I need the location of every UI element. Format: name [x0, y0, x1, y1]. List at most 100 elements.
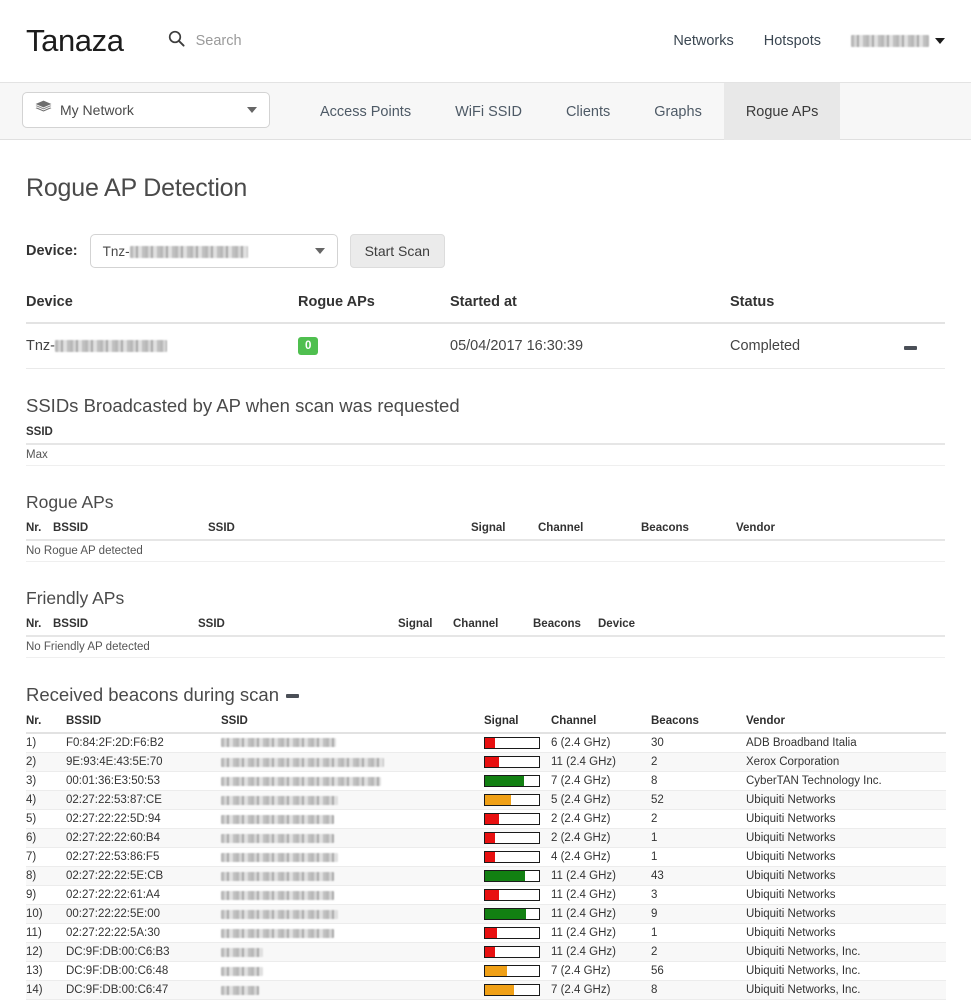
cell-channel: 11 (2.4 GHz) — [551, 923, 651, 944]
search-input[interactable] — [195, 33, 416, 49]
start-scan-button[interactable]: Start Scan — [349, 234, 445, 268]
cell-nr: 6) — [26, 828, 66, 849]
cell-bssid: 02:27:22:22:60:B4 — [66, 828, 221, 849]
col-header-bssid[interactable]: BSSID — [66, 715, 221, 734]
signal-strength-bar — [484, 756, 540, 769]
cell-channel: 4 (2.4 GHz) — [551, 847, 651, 868]
device-select-value: Tnz- — [103, 244, 315, 259]
user-name-redacted — [851, 35, 929, 47]
cell-nr: 13) — [26, 961, 66, 982]
col-header-ssid[interactable]: SSID — [221, 715, 484, 734]
cell-ssid — [221, 942, 484, 963]
col-header-vendor: Vendor — [736, 522, 945, 541]
signal-strength-bar — [484, 870, 540, 883]
tab-list: Access Points WiFi SSID Clients Graphs R… — [298, 83, 841, 140]
ssid-redacted — [221, 947, 263, 957]
table-row: Tnz- 0 05/04/2017 16:30:39 Completed — [26, 323, 945, 369]
tab-access-points[interactable]: Access Points — [298, 83, 433, 140]
cell-beacons: 1 — [651, 923, 746, 944]
chevron-down-icon — [247, 107, 257, 113]
cell-collapse[interactable] — [885, 323, 945, 369]
col-header-channel: Channel — [538, 522, 641, 541]
col-header-ssid: SSID — [198, 618, 398, 637]
received-beacons-table: Nr. BSSID SSID Signal Channel Beacons Ve… — [26, 715, 946, 1000]
cell-signal — [484, 828, 551, 849]
col-header-vendor[interactable]: Vendor — [746, 715, 946, 734]
col-header-beacons[interactable]: Beacons — [651, 715, 746, 734]
device-name-redacted — [129, 245, 248, 258]
tab-clients[interactable]: Clients — [544, 83, 632, 140]
cell-channel: 11 (2.4 GHz) — [551, 942, 651, 963]
cell-signal — [484, 923, 551, 944]
col-header-signal: Signal — [398, 618, 453, 637]
cell-ssid — [221, 980, 484, 1000]
tab-graphs[interactable]: Graphs — [632, 83, 724, 140]
search-icon — [168, 30, 185, 52]
cell-beacons: 2 — [651, 809, 746, 830]
cell-nr: 2) — [26, 752, 66, 773]
cell-ssid — [221, 828, 484, 849]
col-header-beacons: Beacons — [641, 522, 736, 541]
table-header-row: Nr. BSSID SSID Signal Channel Beacons Ve… — [26, 522, 945, 541]
table-row: 14) DC:9F:DB:00:C6:47 7 (2.4 GHz) 8 Ubiquiti… — [26, 980, 946, 1000]
cell-nr: 7) — [26, 847, 66, 868]
cell-signal — [484, 847, 551, 868]
cell-bssid: 02:27:22:53:87:CE — [66, 790, 221, 811]
cell-channel: 11 (2.4 GHz) — [551, 752, 651, 773]
cell-bssid: 02:27:22:22:5D:94 — [66, 809, 221, 830]
col-header-signal: Signal — [471, 522, 538, 541]
cell-ssid — [221, 904, 484, 925]
device-select[interactable]: Tnz- — [89, 234, 338, 268]
col-header-channel: Channel — [453, 618, 533, 637]
minus-icon[interactable] — [904, 346, 917, 350]
table-row: 11) 02:27:22:22:5A:30 11 (2.4 GHz) 1 Ubiquit… — [26, 923, 946, 944]
tab-wifi-ssid[interactable]: WiFi SSID — [433, 83, 544, 140]
col-header-started-at: Started at — [450, 294, 730, 324]
table-row: No Rogue AP detected — [26, 540, 945, 562]
user-menu[interactable] — [851, 35, 945, 47]
table-row: 8) 02:27:22:22:5E:CB 11 (2.4 GHz) 43 Ubiquit… — [26, 866, 946, 887]
beacons-section-title: Received beacons during scan — [26, 684, 945, 706]
col-header-beacons: Beacons — [533, 618, 598, 637]
col-header-nr[interactable]: Nr. — [26, 715, 66, 734]
cell-bssid: 9E:93:4E:43:5E:70 — [66, 752, 221, 773]
nav-item-hotspots[interactable]: Hotspots — [764, 33, 821, 49]
device-name-redacted — [55, 340, 167, 353]
cell-vendor: CyberTAN Technology Inc. — [746, 771, 946, 792]
ssids-table: SSID Max — [26, 426, 945, 466]
cell-vendor: Ubiquiti Networks — [746, 923, 946, 944]
cell-channel: 7 (2.4 GHz) — [551, 961, 651, 982]
col-header-channel[interactable]: Channel — [551, 715, 651, 734]
signal-strength-bar — [484, 794, 540, 807]
friendly-aps-table: Nr. BSSID SSID Signal Channel Beacons De… — [26, 618, 945, 658]
cell-nr: 14) — [26, 980, 66, 1000]
rogue-empty-message: No Rogue AP detected — [26, 540, 945, 562]
ssid-redacted — [221, 928, 334, 938]
search-box[interactable] — [168, 30, 416, 52]
network-selector[interactable]: My Network — [22, 92, 270, 128]
ssid-redacted — [221, 795, 338, 805]
received-beacons-body: 1) F0:84:2F:2D:F6:B2 6 (2.4 GHz) 30 ADB Broa… — [26, 733, 946, 1000]
cell-signal — [484, 790, 551, 811]
nav-item-networks[interactable]: Networks — [673, 33, 733, 49]
table-row: 4) 02:27:22:53:87:CE 5 (2.4 GHz) 52 Ubiquiti… — [26, 790, 946, 811]
cell-ssid — [221, 752, 484, 773]
ssid-redacted — [221, 890, 334, 900]
cell-vendor: Ubiquiti Networks, Inc. — [746, 942, 946, 963]
cell-nr: 3) — [26, 771, 66, 792]
cell-vendor: Ubiquiti Networks — [746, 828, 946, 849]
ssids-section-title: SSIDs Broadcasted by AP when scan was re… — [26, 395, 460, 416]
minus-icon[interactable] — [286, 694, 299, 699]
cell-bssid: 00:27:22:22:5E:00 — [66, 904, 221, 925]
device-bar: Device: Tnz- Start Scan — [26, 234, 945, 268]
col-header-signal[interactable]: Signal — [484, 715, 551, 734]
rogue-section-title: Rogue APs — [26, 492, 114, 512]
cell-bssid: 02:27:22:22:5E:CB — [66, 866, 221, 887]
cell-bssid: DC:9F:DB:00:C6:47 — [66, 980, 221, 1000]
ssid-redacted — [221, 852, 338, 862]
table-row: 7) 02:27:22:53:86:F5 4 (2.4 GHz) 1 Ubiquiti … — [26, 847, 946, 868]
signal-strength-bar — [484, 889, 540, 902]
signal-strength-bar — [484, 851, 540, 864]
brand-logo[interactable]: Tanaza — [26, 23, 124, 59]
tab-rogue-aps[interactable]: Rogue APs — [723, 83, 841, 140]
